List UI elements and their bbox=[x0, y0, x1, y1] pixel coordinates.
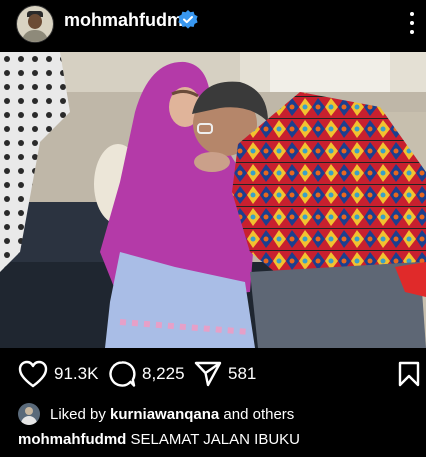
profile-avatar[interactable] bbox=[16, 5, 54, 43]
post-photo[interactable] bbox=[0, 52, 426, 348]
shares-count: 581 bbox=[228, 364, 257, 383]
post-caption: mohmahfudmd SELAMAT JALAN IBUKU bbox=[18, 431, 300, 448]
comment-icon bbox=[109, 361, 136, 387]
verified-icon bbox=[178, 10, 198, 29]
post-header: mohmahfudmd bbox=[0, 0, 426, 52]
share-icon bbox=[194, 361, 222, 387]
liked-by-row[interactable]: Liked by kurniawanqana and others bbox=[18, 403, 294, 425]
likes-count: 91.3K bbox=[54, 364, 99, 383]
liked-by-text: Liked by kurniawanqana and others bbox=[50, 406, 294, 423]
comments-count: 8,225 bbox=[142, 364, 185, 383]
more-options-icon[interactable] bbox=[404, 12, 420, 34]
liker-avatar bbox=[18, 403, 40, 425]
photo-illustration bbox=[0, 52, 426, 348]
liked-by-user[interactable]: kurniawanqana bbox=[110, 406, 219, 423]
liked-by-prefix: Liked by bbox=[50, 405, 106, 423]
caption-username[interactable]: mohmahfudmd bbox=[18, 431, 126, 448]
username[interactable]: mohmahfudmd bbox=[64, 10, 194, 31]
comment-button[interactable]: 8,225 bbox=[108, 360, 185, 388]
heart-icon bbox=[18, 360, 48, 388]
caption-text: SELAMAT JALAN IBUKU bbox=[130, 431, 301, 448]
like-button[interactable]: 91.3K bbox=[18, 360, 98, 388]
share-button[interactable]: 581 bbox=[194, 360, 256, 388]
liked-by-suffix: and others bbox=[223, 405, 295, 423]
action-bar: 91.3K 8,225 581 bbox=[0, 352, 426, 398]
bookmark-icon[interactable] bbox=[398, 361, 420, 387]
